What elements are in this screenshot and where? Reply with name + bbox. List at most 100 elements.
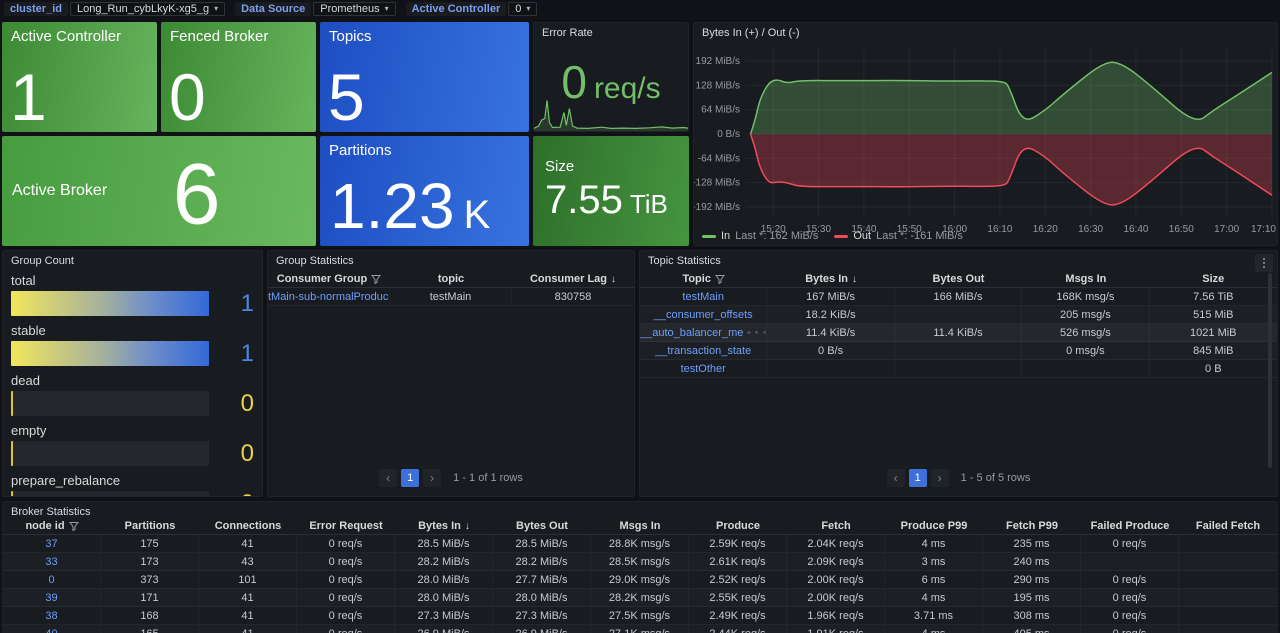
table-cell[interactable]: 38 — [3, 607, 101, 624]
column-header[interactable]: Fetch — [787, 518, 885, 534]
table-cell: 2.59K req/s — [689, 535, 787, 552]
column-header[interactable]: Msgs In — [1022, 271, 1149, 287]
cell-value: 526 msg/s — [1060, 327, 1111, 339]
column-header[interactable]: Bytes In↓ — [767, 271, 894, 287]
column-header[interactable]: Error Request — [297, 518, 395, 534]
topic-statistics-table: TopicBytes In↓Bytes OutMsgs InSize testM… — [640, 271, 1277, 378]
variable-select-cluster-id[interactable]: Long_Run_cybLkyK-xg5_g ▾ — [70, 2, 225, 16]
eye-icon[interactable] — [747, 328, 751, 337]
cell-link[interactable]: 38 — [45, 610, 57, 622]
cell-value: 0 req/s — [1113, 592, 1147, 604]
legend-item[interactable]: OutLast *: -161 MiB/s — [834, 230, 963, 242]
table-row: 40165410 req/s26.9 MiB/s26.9 MiB/s27.1K … — [3, 625, 1277, 633]
table-cell: 43 — [199, 553, 297, 570]
stat-title: Active Broker — [12, 182, 107, 200]
column-header[interactable]: Failed Fetch — [1179, 518, 1277, 534]
filter-icon[interactable] — [371, 274, 381, 284]
cell-value: 1.96K req/s — [807, 610, 863, 622]
page-number-button[interactable]: 1 — [401, 469, 419, 487]
cell-value: 2.00K req/s — [807, 592, 863, 604]
sort-desc-icon[interactable]: ↓ — [852, 274, 857, 285]
table-cell[interactable]: 40 — [3, 625, 101, 633]
column-header[interactable]: Msgs In — [591, 518, 689, 534]
column-header[interactable]: Connections — [199, 518, 297, 534]
table-cell[interactable]: 37 — [3, 535, 101, 552]
table-cell[interactable]: __auto_balancer_me — [640, 324, 767, 341]
cell-link[interactable]: 40 — [45, 628, 57, 633]
cell-value: 0 req/s — [1113, 610, 1147, 622]
column-header[interactable]: Produce P99 — [885, 518, 983, 534]
column-header[interactable]: Consumer Group — [268, 271, 390, 287]
cell-link[interactable]: 0 — [48, 574, 54, 586]
cell-value: 405 ms — [1013, 628, 1049, 633]
legend-item[interactable]: InLast *: 162 MiB/s — [702, 230, 818, 242]
table-cell: 28.5 MiB/s — [395, 535, 493, 552]
scrollbar[interactable] — [1268, 273, 1272, 468]
table-cell[interactable]: 0 — [3, 571, 101, 588]
cell-link[interactable]: __transaction_state — [655, 345, 751, 357]
cell-value: 3 ms — [922, 556, 946, 568]
filter-icon[interactable] — [69, 521, 79, 531]
panel-group-count: Group Count total1stable1dead0empty0prep… — [2, 250, 263, 497]
cell-link[interactable]: testMain — [682, 291, 724, 303]
column-header[interactable]: Topic — [640, 271, 767, 287]
table-cell[interactable]: 33 — [3, 553, 101, 570]
table-cell: 165 — [101, 625, 199, 633]
stat-value: 0 — [169, 64, 206, 130]
cell-link[interactable]: testMain-sub-normalProduce... — [268, 291, 390, 303]
table-cell: 3.71 ms — [885, 607, 983, 624]
table-cell[interactable]: testMain-sub-normalProduce... — [268, 288, 390, 305]
column-header[interactable]: Fetch P99 — [983, 518, 1081, 534]
sort-desc-icon[interactable]: ↓ — [611, 274, 616, 285]
table-cell: 27.1K msg/s — [591, 625, 689, 633]
next-page-button[interactable]: › — [423, 469, 441, 487]
table-row: 33173430 req/s28.2 MiB/s28.2 MiB/s28.5K … — [3, 553, 1277, 571]
column-header[interactable]: Partitions — [101, 518, 199, 534]
table-cell[interactable]: __transaction_state — [640, 342, 767, 359]
zoom-out-icon[interactable] — [763, 327, 767, 338]
bar-gauge-bar — [11, 341, 209, 366]
table-cell: 27.5K msg/s — [591, 607, 689, 624]
cell-link[interactable]: __consumer_offsets — [654, 309, 753, 321]
panel-bytes-in-out-chart: Bytes In (+) / Out (-) 192 MiB/s128 MiB/… — [693, 22, 1278, 246]
cell-link[interactable]: testOther — [681, 363, 726, 375]
table-row: __consumer_offsets18.2 KiB/s205 msg/s515… — [640, 306, 1277, 324]
table-cell[interactable]: testOther — [640, 360, 767, 377]
table-cell: 168K msg/s — [1022, 288, 1149, 305]
next-page-button[interactable]: › — [931, 469, 949, 487]
prev-page-button[interactable]: ‹ — [379, 469, 397, 487]
column-header[interactable]: node id — [3, 518, 101, 534]
prev-page-button[interactable]: ‹ — [887, 469, 905, 487]
filter-icon[interactable] — [715, 274, 725, 284]
cell-value: 2.59K req/s — [709, 538, 765, 550]
column-header[interactable]: Bytes Out — [493, 518, 591, 534]
variable-select-data-source[interactable]: Prometheus ▾ — [313, 2, 395, 16]
cell-link[interactable]: 33 — [45, 556, 57, 568]
sort-desc-icon[interactable]: ↓ — [465, 521, 470, 532]
svg-text:-64 MiB/s: -64 MiB/s — [698, 153, 740, 164]
column-header-label: Msgs In — [620, 520, 661, 532]
table-cell[interactable]: 39 — [3, 589, 101, 606]
column-header[interactable]: Bytes In↓ — [395, 518, 493, 534]
column-header[interactable]: Size — [1150, 271, 1277, 287]
cell-link[interactable]: 37 — [45, 538, 57, 550]
stat-unit: req/s — [594, 72, 661, 106]
column-header[interactable]: Failed Produce — [1081, 518, 1179, 534]
column-header[interactable]: Bytes Out — [895, 271, 1022, 287]
chevron-down-icon: ▾ — [214, 5, 218, 13]
column-header[interactable]: Consumer Lag↓ — [512, 271, 634, 287]
cell-value: 28.5 MiB/s — [418, 538, 470, 550]
table-cell[interactable]: testMain — [640, 288, 767, 305]
table-cell: 18.2 KiB/s — [767, 306, 894, 323]
cell-link[interactable]: __auto_balancer_me — [640, 327, 743, 339]
variable-select-active-controller[interactable]: 0 ▾ — [508, 2, 537, 16]
zoom-in-icon[interactable] — [755, 327, 759, 338]
variable-active-controller: Active Controller 0 ▾ — [406, 2, 538, 16]
page-number-button[interactable]: 1 — [909, 469, 927, 487]
table-cell[interactable]: __consumer_offsets — [640, 306, 767, 323]
panel-menu-icon[interactable] — [1255, 254, 1273, 272]
column-header[interactable]: Produce — [689, 518, 787, 534]
column-header[interactable]: topic — [390, 271, 512, 287]
cell-value: 845 MiB — [1193, 345, 1233, 357]
cell-link[interactable]: 39 — [45, 592, 57, 604]
